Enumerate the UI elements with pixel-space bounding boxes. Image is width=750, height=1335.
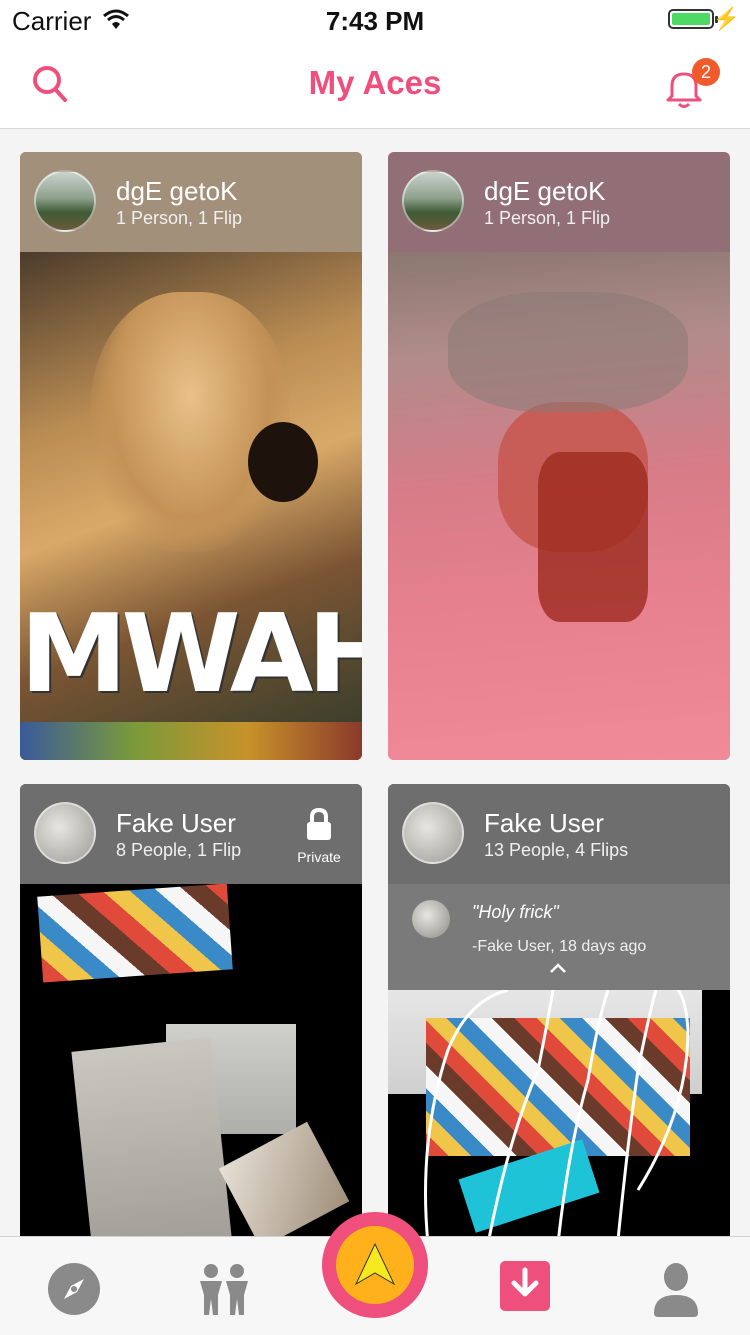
profile-icon[interactable] <box>648 1261 704 1317</box>
ace-card[interactable]: MWAH dgE getoK 1 Person, 1 Flip <box>20 152 362 760</box>
doodle-drawing <box>424 990 690 1244</box>
card-subtitle: 8 People, 1 Flip <box>116 840 242 860</box>
avatar <box>402 802 464 864</box>
meme-caption: MWAH <box>20 592 362 717</box>
download-icon[interactable] <box>500 1261 550 1311</box>
private-indicator: Private <box>288 807 350 865</box>
card-image <box>20 883 362 1244</box>
ace-card[interactable]: dgE getoK 1 Person, 1 Flip <box>388 152 730 760</box>
comment-preview[interactable]: "Holy frick" -Fake User, 18 days ago <box>388 884 730 990</box>
compass-icon[interactable] <box>46 1261 102 1317</box>
comment-avatar <box>412 900 450 938</box>
collage-photo <box>71 1037 233 1244</box>
clock: 7:43 PM <box>325 6 425 36</box>
card-title: Fake User <box>484 808 604 838</box>
comment-text: "Holy frick" <box>472 902 559 922</box>
card-header: Fake User 13 People, 4 Flips <box>388 784 730 884</box>
header: My Aces 2 <box>0 40 750 129</box>
lock-icon <box>307 807 331 840</box>
avatar <box>34 170 96 232</box>
comment-author: -Fake User, 18 days ago <box>472 938 647 955</box>
center-inner <box>336 1226 414 1304</box>
ace-logo-icon <box>354 1242 396 1286</box>
card-subtitle: 1 Person, 1 Flip <box>116 208 243 228</box>
card-subtitle: 13 People, 4 Flips <box>484 840 629 860</box>
card-title: dgE getoK <box>484 176 606 206</box>
card-image <box>388 252 730 760</box>
card-header: dgE getoK 1 Person, 1 Flip <box>388 152 730 252</box>
card-header: dgE getoK 1 Person, 1 Flip <box>20 152 362 252</box>
card-subtitle: 1 Person, 1 Flip <box>484 208 611 228</box>
avatar <box>402 170 464 232</box>
battery-icon <box>668 9 718 29</box>
collage-photo <box>218 1121 350 1244</box>
card-header: Fake User 8 People, 1 Flip Private <box>20 784 362 884</box>
ace-card[interactable]: Fake User 13 People, 4 Flips "Holy frick… <box>388 784 730 1244</box>
status-bar: Carrier 7:43 PM ⚡ <box>0 0 750 40</box>
card-title: Fake User <box>116 808 236 838</box>
avatar <box>34 802 96 864</box>
card-image <box>388 990 730 1244</box>
collage-photo <box>37 883 233 983</box>
card-title: dgE getoK <box>116 176 238 206</box>
ace-card[interactable]: Fake User 8 People, 1 Flip Private <box>20 784 362 1244</box>
private-label: Private <box>297 849 341 865</box>
notification-badge: 2 <box>692 58 720 86</box>
chevron-up-icon[interactable] <box>548 962 568 974</box>
charging-icon: ⚡ <box>712 6 740 31</box>
page-title: My Aces <box>308 64 442 101</box>
people-icon[interactable] <box>196 1261 252 1317</box>
create-ace-button[interactable] <box>322 1212 428 1318</box>
card-image: MWAH <box>20 252 362 760</box>
notifications-button[interactable]: 2 <box>664 58 720 108</box>
